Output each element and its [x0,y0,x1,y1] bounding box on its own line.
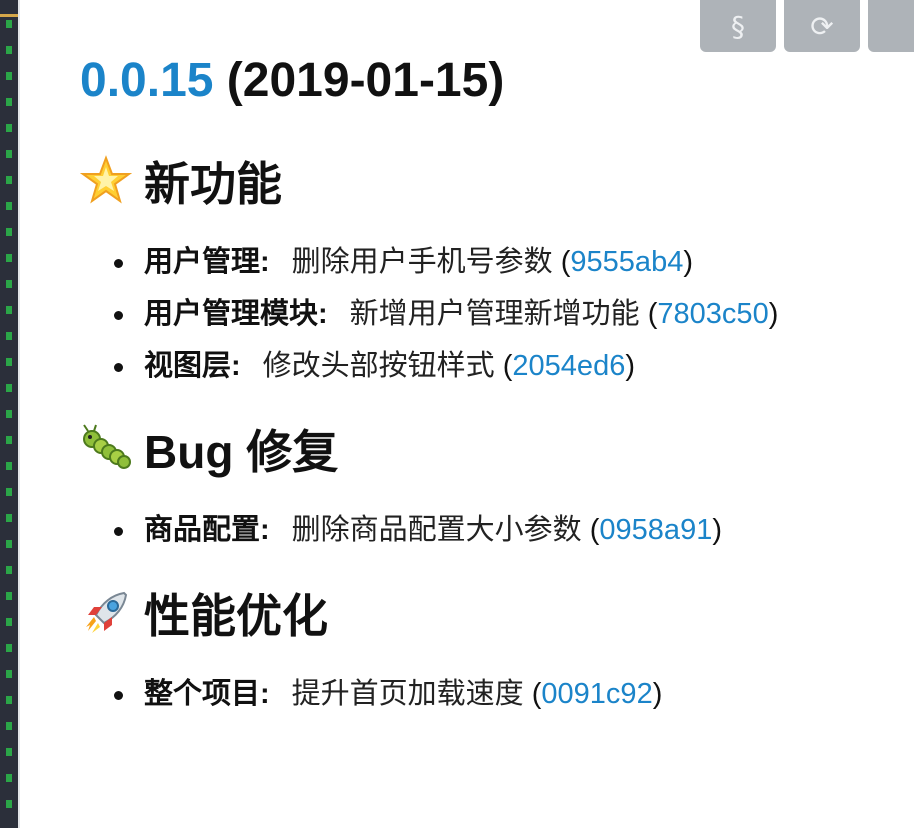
perf-heading: 性能优化 [80,580,894,646]
commit-link[interactable]: 9555ab4 [570,246,683,278]
section-title: 性能优化 [144,590,328,642]
commit-hash: (0958a91) [589,514,722,546]
commit-link[interactable]: 0091c92 [541,678,652,710]
item-desc: 删除用户手机号参数 [291,246,553,278]
list-item: 商品配置: 删除商品配置大小参数 (0958a91) [114,504,894,556]
bug-icon [83,424,131,469]
rocket-icon [86,591,128,633]
commit-hash: (2054ed6) [502,350,635,382]
item-desc: 修改头部按钮样式 [262,350,495,382]
commit-link[interactable]: 0958a91 [599,514,712,546]
refresh-button[interactable]: ⟳ [784,0,860,52]
perf-list: 整个项目: 提升首页加载速度 (0091c92) [80,668,894,720]
section-title: 新功能 [144,158,282,210]
extra-toolbar-button[interactable] [868,0,914,52]
section-title: Bug 修复 [144,426,339,478]
item-desc: 新增用户管理新增功能 [349,298,640,330]
section-sign-icon: § [731,9,745,43]
list-item: 视图层: 修改头部按钮样式 (2054ed6) [114,340,894,392]
star-icon [80,155,132,204]
item-scope: 用户管理模块: [144,298,328,330]
item-desc: 提升首页加载速度 [291,678,524,710]
pane-divider[interactable] [18,0,20,828]
commit-hash: (0091c92) [531,678,663,710]
release-date: (2019-01-15) [226,54,505,107]
gutter-marker [0,14,18,17]
commit-hash: (9555ab4) [560,246,693,278]
editor-gutter [0,0,18,828]
list-item: 用户管理: 删除用户手机号参数 (9555ab4) [114,236,894,288]
features-list: 用户管理: 删除用户手机号参数 (9555ab4) 用户管理模块: 新增用户管理新增… [80,236,894,392]
bugfix-list: 商品配置: 删除商品配置大小参数 (0958a91) [80,504,894,556]
item-scope: 用户管理: [144,246,270,278]
item-desc: 删除商品配置大小参数 [291,514,582,546]
gutter-change-markers [6,20,12,820]
anchor-button[interactable]: § [700,0,776,52]
release-heading: 0.0.15 (2019-01-15) [80,48,894,114]
features-heading: 新功能 [80,148,894,214]
preview-toolbar: § ⟳ [700,0,914,52]
changelog-preview: 0.0.15 (2019-01-15) 新功能 用户管理: 删除用户手机号参数 (… [80,48,894,720]
list-item: 整个项目: 提升首页加载速度 (0091c92) [114,668,894,720]
bugfix-heading: Bug 修复 [80,416,894,482]
commit-link[interactable]: 2054ed6 [512,350,625,382]
version-link[interactable]: 0.0.15 [80,54,213,107]
refresh-icon: ⟳ [810,9,834,43]
item-scope: 商品配置: [144,514,270,546]
list-item: 用户管理模块: 新增用户管理新增功能 (7803c50) [114,288,894,340]
item-scope: 视图层: [144,350,241,382]
commit-hash: (7803c50) [647,298,779,330]
commit-link[interactable]: 7803c50 [657,298,768,330]
item-scope: 整个项目: [144,678,270,710]
